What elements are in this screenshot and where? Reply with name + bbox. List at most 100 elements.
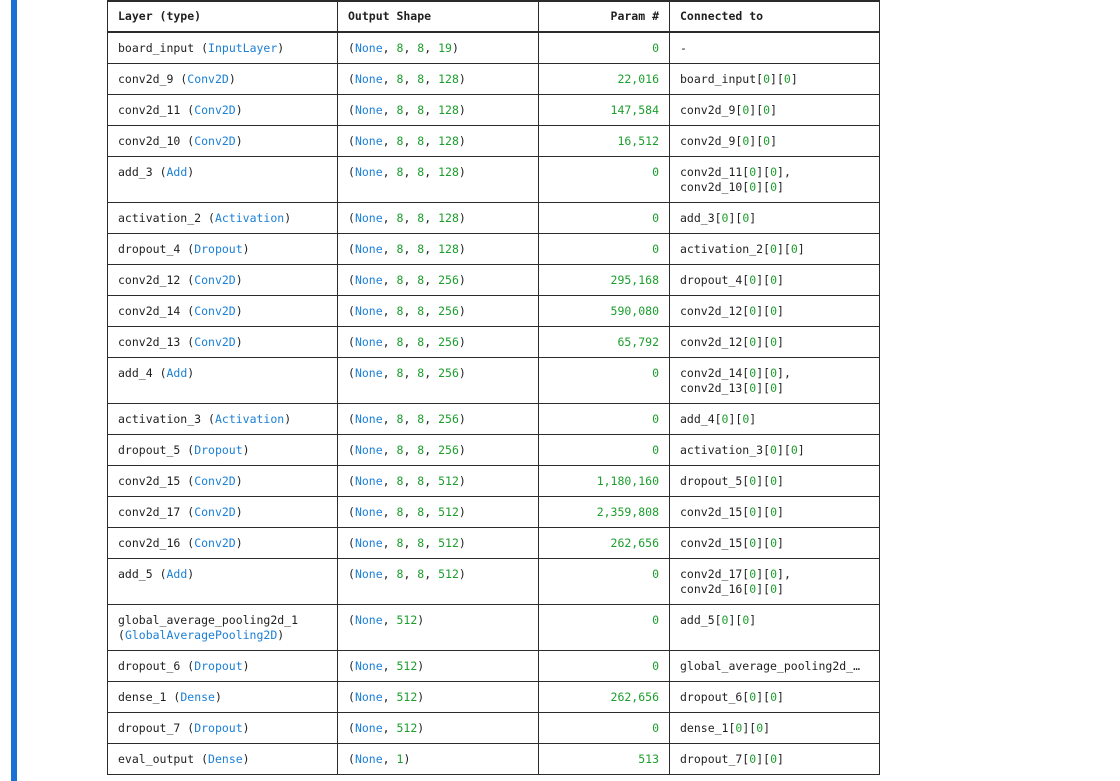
shape-dim: 512 — [396, 721, 418, 735]
layer-cell: conv2d_9 (Conv2D) — [107, 63, 338, 95]
param-count-cell: 16,512 — [538, 125, 670, 157]
connected-to-cell: conv2d_9[0][0] — [669, 125, 880, 157]
layer-type: Conv2D — [194, 103, 236, 117]
shape-batch-dim: None — [354, 690, 383, 704]
output-shape-cell: (None, 1) — [337, 743, 539, 775]
layer-name: conv2d_13 — [118, 335, 181, 349]
connected-ref: conv2d_10[0][0] — [680, 180, 784, 194]
output-shape-cell: (None, 8, 8, 256) — [337, 403, 539, 435]
layer-type: Conv2D — [194, 304, 236, 318]
shape-batch-dim: None — [354, 304, 383, 318]
header-output-shape: Output Shape — [337, 0, 539, 33]
shape-dim: 8 — [396, 41, 404, 55]
shape-batch-dim: None — [354, 273, 383, 287]
param-count-cell: 0 — [538, 434, 670, 466]
layer-type: Dense — [180, 690, 215, 704]
shape-dim: 8 — [396, 103, 404, 117]
layer-cell: eval_output (Dense) — [107, 743, 338, 775]
param-count-cell: 0 — [538, 31, 670, 64]
layer-type: Dropout — [194, 443, 243, 457]
layer-cell: conv2d_11 (Conv2D) — [107, 94, 338, 126]
param-count-cell: 0 — [538, 650, 670, 682]
connected-to-cell: add_5[0][0] — [669, 604, 880, 651]
shape-dim: 8 — [417, 72, 425, 86]
table-row: activation_2 (Activation) (None, 8, 8, 12… — [107, 202, 880, 234]
layer-cell: dropout_7 (Dropout) — [107, 712, 338, 744]
param-count-cell: 0 — [538, 233, 670, 265]
connected-to-cell: conv2d_11[0][0], conv2d_10[0][0] — [669, 156, 880, 203]
connected-to-cell: conv2d_9[0][0] — [669, 94, 880, 126]
output-shape-cell: (None, 8, 8, 512) — [337, 527, 539, 559]
output-shape-cell: (None, 8, 8, 19) — [337, 31, 539, 64]
param-count-cell: 0 — [538, 357, 670, 404]
connected-ref: add_4[0][0] — [680, 412, 757, 426]
output-shape-cell: (None, 8, 8, 128) — [337, 202, 539, 234]
layer-cell: add_3 (Add) — [107, 156, 338, 203]
shape-dim: 512 — [396, 613, 418, 627]
param-count-cell: 0 — [538, 558, 670, 605]
layer-type: Add — [166, 567, 188, 581]
layer-name: conv2d_12 — [118, 273, 181, 287]
connected-ref: dense_1[0][0] — [680, 721, 771, 735]
table-row: dropout_6 (Dropout) (None, 512) 0 global_av… — [107, 650, 880, 682]
connected-to-cell: add_4[0][0] — [669, 403, 880, 435]
output-shape-cell: (None, 8, 8, 512) — [337, 465, 539, 497]
connected-to-cell: - — [669, 31, 880, 64]
layer-cell: dense_1 (Dense) — [107, 681, 338, 713]
connected-ref: dropout_4[0][0] — [680, 273, 784, 287]
layer-type: Conv2D — [194, 273, 236, 287]
shape-batch-dim: None — [354, 443, 383, 457]
table-row: conv2d_16 (Conv2D) (None, 8, 8, 512) 262,6… — [107, 527, 880, 559]
shape-batch-dim: None — [354, 41, 383, 55]
table-row: conv2d_10 (Conv2D) (None, 8, 8, 128) 16,51… — [107, 125, 880, 157]
shape-dim: 256 — [438, 366, 459, 380]
table-row: add_5 (Add) (None, 8, 8, 512) 0 conv2d_17[0… — [107, 558, 880, 605]
layer-type: Conv2D — [194, 134, 236, 148]
layer-cell: activation_2 (Activation) — [107, 202, 338, 234]
layer-name: dense_1 — [118, 690, 167, 704]
shape-dim: 8 — [417, 366, 425, 380]
model-summary-table: Layer (type) Output Shape Param # Connec… — [107, 0, 880, 775]
layer-cell: add_5 (Add) — [107, 558, 338, 605]
connected-to-cell: board_input[0][0] — [669, 63, 880, 95]
layer-type: Dropout — [194, 721, 243, 735]
shape-dim: 8 — [396, 304, 404, 318]
layer-type: Add — [166, 366, 188, 380]
table-row: dropout_4 (Dropout) (None, 8, 8, 128) 0 act… — [107, 233, 880, 265]
output-shape-cell: (None, 8, 8, 256) — [337, 264, 539, 296]
table-row: conv2d_13 (Conv2D) (None, 8, 8, 256) 65,79… — [107, 326, 880, 358]
shape-dim: 1 — [396, 752, 404, 766]
table-row: add_3 (Add) (None, 8, 8, 128) 0 conv2d_11[0… — [107, 156, 880, 203]
layer-name: conv2d_14 — [118, 304, 181, 318]
layer-name: dropout_7 — [118, 721, 181, 735]
shape-dim: 8 — [417, 242, 425, 256]
param-count-cell: 0 — [538, 712, 670, 744]
connected-ref: activation_3[0][0] — [680, 443, 805, 457]
connected-ref: global_average_pooling2d_… — [680, 659, 861, 673]
shape-dim: 8 — [417, 474, 425, 488]
param-count-cell: 0 — [538, 202, 670, 234]
layer-type: Dropout — [194, 659, 243, 673]
shape-dim: 19 — [438, 41, 452, 55]
layer-name: add_5 — [118, 567, 153, 581]
shape-dim: 512 — [396, 690, 418, 704]
connected-ref: conv2d_15[0][0] — [680, 505, 784, 519]
table-row: conv2d_12 (Conv2D) (None, 8, 8, 256) 295,1… — [107, 264, 880, 296]
shape-dim: 8 — [417, 103, 425, 117]
table-row: global_average_pooling2d_1 (GlobalAverage… — [107, 604, 880, 651]
shape-dim: 8 — [417, 134, 425, 148]
shape-dim: 8 — [417, 505, 425, 519]
connected-ref: conv2d_9[0][0] — [680, 134, 777, 148]
layer-cell: conv2d_16 (Conv2D) — [107, 527, 338, 559]
shape-dim: 512 — [396, 659, 418, 673]
param-count-cell: 0 — [538, 604, 670, 651]
connected-ref: dropout_6[0][0] — [680, 690, 784, 704]
layer-type: Conv2D — [187, 72, 229, 86]
connected-ref: dropout_7[0][0] — [680, 752, 784, 766]
layer-type: Add — [166, 165, 188, 179]
param-count-cell: 147,584 — [538, 94, 670, 126]
shape-batch-dim: None — [354, 211, 383, 225]
shape-dim: 8 — [417, 41, 425, 55]
shape-dim: 8 — [396, 134, 404, 148]
shape-dim: 8 — [396, 165, 404, 179]
